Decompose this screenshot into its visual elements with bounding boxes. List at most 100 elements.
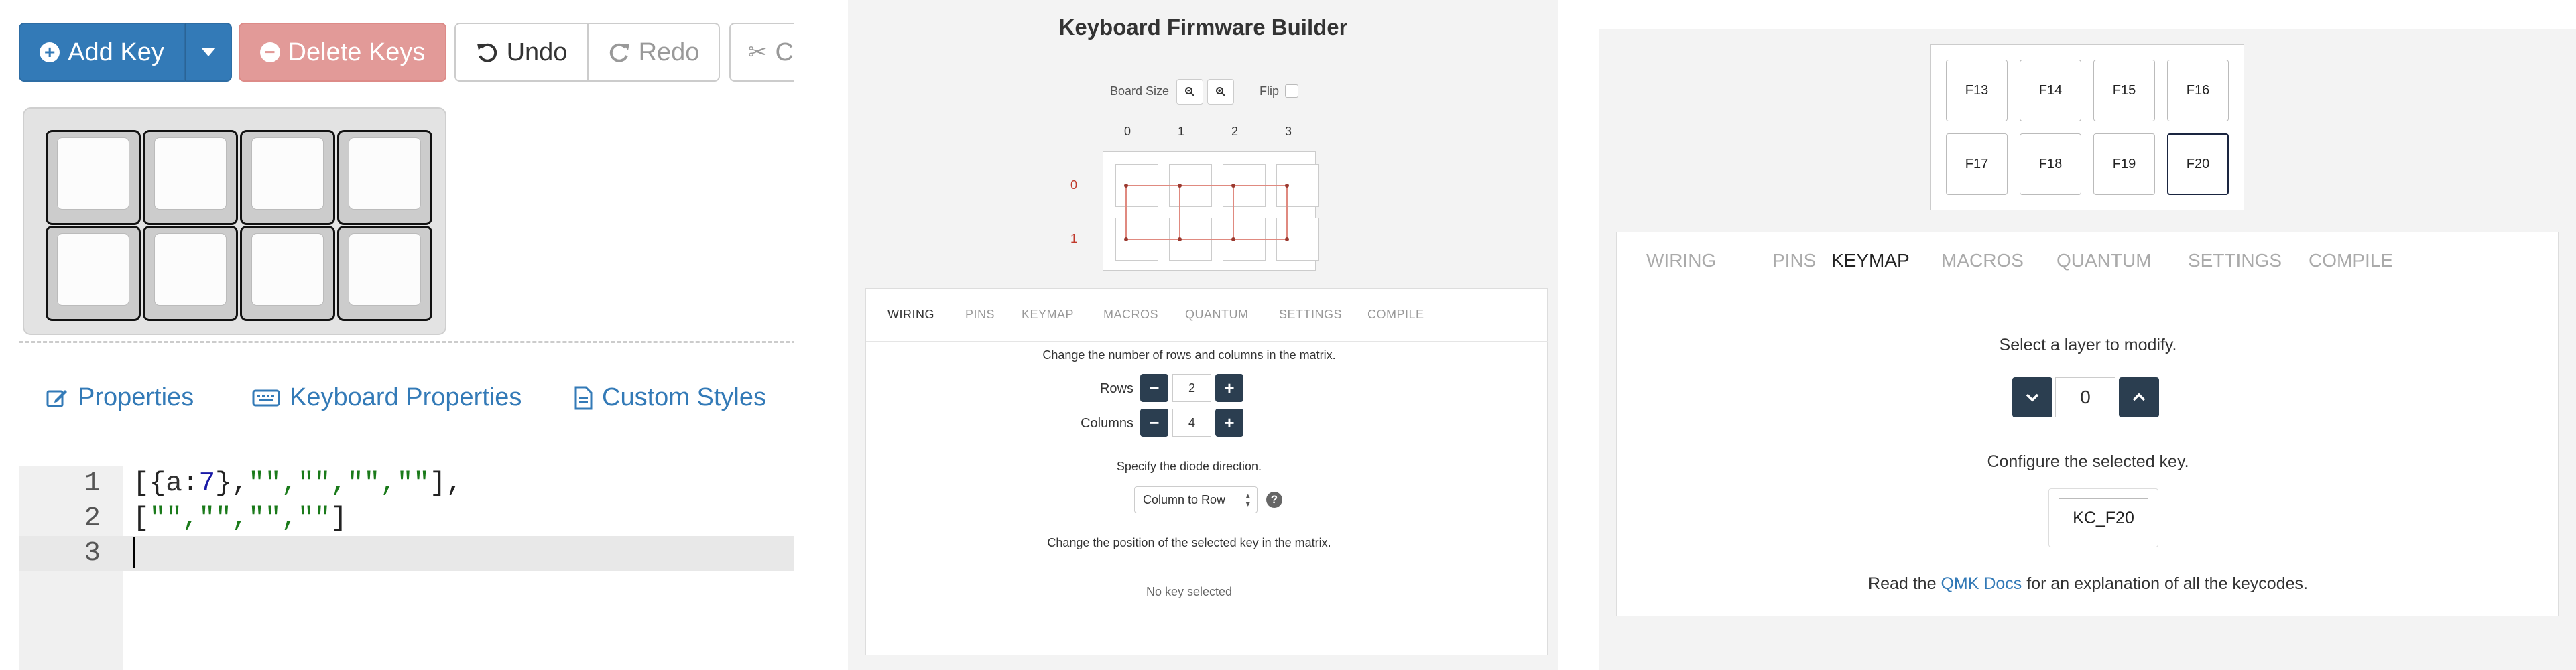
key-r1-c0[interactable] (46, 226, 141, 321)
tab-custom-styles[interactable]: Custom Styles (574, 383, 766, 412)
key-r1-c2[interactable] (240, 226, 335, 321)
zoom-in-button[interactable] (1207, 79, 1234, 105)
help-icon[interactable]: ? (1266, 492, 1282, 508)
code-token: : (182, 468, 199, 499)
layer-increment-button[interactable] (2119, 377, 2159, 417)
tab-wiring[interactable]: WIRING (1646, 250, 1716, 271)
layer-instructions: Select a layer to modify. (1999, 336, 2177, 354)
keymap-panel: F13 F14 F15 F16 F17 F18 F19 F20 WIRING P… (1599, 29, 2576, 670)
minus-circle-icon: − (259, 42, 280, 62)
keymap-key[interactable]: F17 (1946, 133, 2008, 195)
rows-decrement-button[interactable]: − (1140, 374, 1168, 402)
keycap-top (57, 233, 129, 306)
keymap-key[interactable]: F19 (2093, 133, 2155, 195)
code-line-2: ["","","",""] (133, 501, 347, 536)
columns-input[interactable]: 4 (1172, 409, 1211, 437)
key-r1-c1[interactable] (143, 226, 238, 321)
layout-editor-panel: + Add Key − Delete Keys Undo Redo ✂ C Pr… (0, 0, 794, 670)
tab-settings[interactable]: SETTINGS (2188, 250, 2282, 271)
tab-pins[interactable]: PINS (965, 308, 995, 322)
text-cursor (133, 537, 135, 569)
select-arrows-icon: ▴ ▾ (1245, 490, 1250, 509)
keymap-key[interactable]: F13 (1946, 60, 2008, 121)
line-number: 3 (84, 538, 101, 569)
layer-input[interactable]: 0 (2055, 377, 2115, 417)
columns-increment-button[interactable]: + (1215, 409, 1243, 437)
code-token: "","","","" (149, 503, 331, 534)
code-token: "","","","" (248, 468, 430, 499)
tab-quantum[interactable]: QUANTUM (2057, 250, 2152, 271)
key-r0-c2[interactable] (240, 130, 335, 225)
tab-keyboard-properties-label: Keyboard Properties (290, 383, 522, 411)
columns-decrement-button[interactable]: − (1140, 409, 1168, 437)
tab-properties-label: Properties (78, 383, 194, 411)
rows-input[interactable]: 2 (1172, 374, 1211, 402)
keycap-top (251, 233, 324, 306)
key-r0-c3[interactable] (337, 130, 432, 225)
keymap-key[interactable]: F16 (2167, 60, 2229, 121)
keycode-selector[interactable]: KC_F20 (2048, 488, 2158, 547)
rows-label: Rows (1099, 381, 1133, 396)
tab-keymap[interactable]: KEYMAP (1022, 308, 1074, 322)
edit-icon (46, 389, 67, 407)
configure-instructions: Configure the selected key. (1987, 452, 2189, 471)
wiring-panel: Keyboard Firmware Builder Board Size Fli… (848, 0, 1558, 670)
key-r0-c1[interactable] (143, 130, 238, 225)
key-r1-c3[interactable] (337, 226, 432, 321)
tab-macros[interactable]: MACROS (1103, 308, 1158, 322)
keymap-board: F13 F14 F15 F16 F17 F18 F19 F20 (1930, 44, 2244, 210)
flip-checkbox[interactable] (1285, 84, 1298, 98)
wiring-matrix-board (1103, 151, 1319, 271)
diode-direction-select[interactable]: Column to Row ▴ ▾ (1134, 486, 1258, 513)
cut-button[interactable]: ✂ C (729, 23, 794, 82)
keycap-top (154, 137, 227, 210)
cut-label: C (775, 38, 794, 66)
tab-compile[interactable]: COMPILE (1367, 308, 1424, 322)
zoom-out-icon (1185, 87, 1194, 96)
keymap-key[interactable]: F18 (2020, 133, 2081, 195)
keymap-key[interactable]: F15 (2093, 60, 2155, 121)
tab-macros[interactable]: MACROS (1941, 250, 2024, 271)
tab-wiring[interactable]: WIRING (887, 308, 934, 322)
raw-data-editor[interactable]: 1 2 3 [{a:7},"","","",""], ["","","",""] (19, 466, 794, 670)
tab-keymap[interactable]: KEYMAP (1831, 250, 1910, 271)
line-number: 2 (84, 503, 101, 534)
plus-circle-icon: + (40, 42, 60, 62)
keymap-key[interactable]: F14 (2020, 60, 2081, 121)
tab-keyboard-properties[interactable]: Keyboard Properties (252, 383, 522, 412)
redo-button[interactable]: Redo (587, 23, 720, 82)
diode-direction-value: Column to Row (1143, 492, 1226, 507)
add-key-button[interactable]: + Add Key (19, 23, 185, 82)
delete-keys-button[interactable]: − Delete Keys (239, 23, 446, 82)
flip-label: Flip (1260, 84, 1280, 98)
keyboard-canvas[interactable] (19, 107, 794, 343)
code-line-1: [{a:7},"","","",""], (133, 466, 463, 501)
delete-keys-label: Delete Keys (288, 38, 426, 66)
board-size-label: Board Size (1110, 84, 1170, 98)
keycode-value: KC_F20 (2059, 498, 2148, 537)
keyboard-background (23, 107, 446, 335)
tab-compile[interactable]: COMPILE (2309, 250, 2393, 271)
rows-increment-button[interactable]: + (1215, 374, 1243, 402)
layer-decrement-button[interactable] (2012, 377, 2052, 417)
tab-divider (866, 341, 1548, 342)
zoom-out-button[interactable] (1176, 79, 1203, 105)
add-key-label: Add Key (68, 38, 164, 66)
tab-properties[interactable]: Properties (46, 383, 194, 412)
matrix-instructions: Change the number of rows and columns in… (1042, 348, 1336, 362)
code-token: ] (330, 503, 347, 534)
position-instructions: Change the position of the selected key … (1047, 536, 1331, 549)
key-r0-c0[interactable] (46, 130, 141, 225)
add-key-dropdown-button[interactable] (185, 23, 232, 82)
undo-button[interactable]: Undo (454, 23, 589, 82)
tab-pins[interactable]: PINS (1772, 250, 1816, 271)
docs-note-suffix: for an explanation of all the keycodes. (2022, 574, 2308, 593)
tab-quantum[interactable]: QUANTUM (1185, 308, 1249, 322)
column-label: 3 (1285, 125, 1292, 138)
qmk-docs-link[interactable]: QMK Docs (1941, 574, 2022, 593)
tab-settings[interactable]: SETTINGS (1279, 308, 1342, 322)
keycap-top (154, 233, 227, 306)
caret-down-icon (201, 48, 216, 56)
wiring-overlay (1124, 184, 1289, 241)
keymap-key-selected[interactable]: F20 (2167, 133, 2229, 195)
